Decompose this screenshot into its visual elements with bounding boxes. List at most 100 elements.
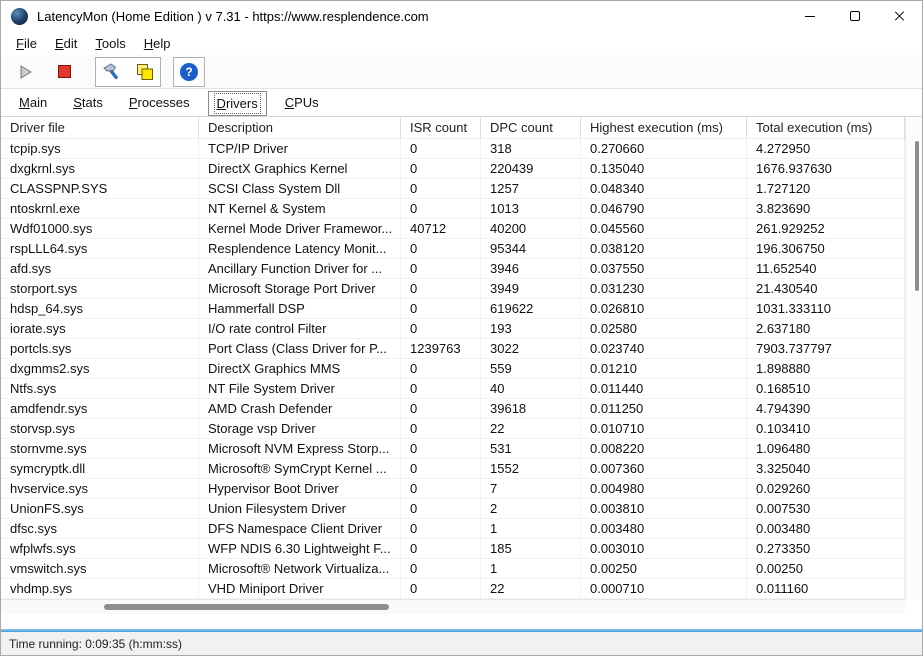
table-cell: 1239763 xyxy=(401,339,481,358)
table-row[interactable]: symcryptk.dll Microsoft® SymCrypt Kernel … xyxy=(1,459,905,479)
menu-edit[interactable]: Edit xyxy=(46,33,86,54)
table-row[interactable]: wfplwfs.sys WFP NDIS 6.30 Lightweight F..… xyxy=(1,539,905,559)
menu-help[interactable]: Help xyxy=(135,33,180,54)
column-header[interactable]: Description xyxy=(199,117,401,138)
table-cell: storport.sys xyxy=(1,279,199,298)
close-icon xyxy=(894,10,906,22)
table-cell: afd.sys xyxy=(1,259,199,278)
tab-main[interactable]: Main xyxy=(11,91,55,114)
stop-monitor-button[interactable] xyxy=(51,59,77,85)
titlebar: LatencyMon (Home Edition ) v 7.31 - http… xyxy=(1,1,922,31)
menu-file[interactable]: File xyxy=(7,33,46,54)
vertical-scrollbar-thumb[interactable] xyxy=(915,141,919,291)
minimize-button[interactable] xyxy=(787,1,832,31)
column-header[interactable]: ISR count xyxy=(401,117,481,138)
column-header[interactable]: Total execution (ms) xyxy=(747,117,905,138)
table-cell: 3022 xyxy=(481,339,581,358)
maximize-button[interactable] xyxy=(832,1,877,31)
table-cell: 0.168510 xyxy=(747,379,905,398)
table-cell: 0.045560 xyxy=(581,219,747,238)
table-cell: 0 xyxy=(401,559,481,578)
column-header[interactable]: DPC count xyxy=(481,117,581,138)
horizontal-scrollbar-thumb[interactable] xyxy=(104,604,389,610)
table-cell: 1 xyxy=(481,559,581,578)
table-cell: 0.003480 xyxy=(581,519,747,538)
table-cell: 261.929252 xyxy=(747,219,905,238)
table-row[interactable]: CLASSPNP.SYS SCSI Class System Dll 0 1257 0.… xyxy=(1,179,905,199)
help-button[interactable]: ? xyxy=(173,56,205,87)
table-cell: 559 xyxy=(481,359,581,378)
table-cell: stornvme.sys xyxy=(1,439,199,458)
table-cell: 3946 xyxy=(481,259,581,278)
table-row[interactable]: dfsc.sys DFS Namespace Client Driver 0 1 0.0… xyxy=(1,519,905,539)
table-cell: 0 xyxy=(401,579,481,598)
table-cell: Hammerfall DSP xyxy=(199,299,401,318)
drivers-panel: Driver file Description ISR count DPC count… xyxy=(1,117,922,629)
table-cell: Wdf01000.sys xyxy=(1,219,199,238)
copy-report-button[interactable] xyxy=(132,59,158,85)
table-row[interactable]: UnionFS.sys Union Filesystem Driver 0 2 0.00… xyxy=(1,499,905,519)
table-row[interactable]: stornvme.sys Microsoft NVM Express Storp.… xyxy=(1,439,905,459)
table-row[interactable]: Wdf01000.sys Kernel Mode Driver Framewor.… xyxy=(1,219,905,239)
table-cell: 0.023740 xyxy=(581,339,747,358)
table-row[interactable]: hdsp_64.sys Hammerfall DSP 0 619622 0.026810… xyxy=(1,299,905,319)
table-row[interactable]: tcpip.sys TCP/IP Driver 0 318 0.270660 4.2729… xyxy=(1,139,905,159)
table-cell: 619622 xyxy=(481,299,581,318)
copy-icon xyxy=(137,63,153,80)
table-cell: Storage vsp Driver xyxy=(199,419,401,438)
table-cell: 0 xyxy=(401,139,481,158)
table-cell: 1.096480 xyxy=(747,439,905,458)
table-cell: 7903.737797 xyxy=(747,339,905,358)
start-monitor-button[interactable] xyxy=(13,59,39,85)
table-cell: 1.898880 xyxy=(747,359,905,378)
table-cell: 0.273350 xyxy=(747,539,905,558)
table-row[interactable]: amdfendr.sys AMD Crash Defender 0 39618 0.01… xyxy=(1,399,905,419)
table-cell: Microsoft® Network Virtualiza... xyxy=(199,559,401,578)
tab-cpus[interactable]: CPUs xyxy=(277,91,327,114)
table-row[interactable]: afd.sys Ancillary Function Driver for ...… xyxy=(1,259,905,279)
close-button[interactable] xyxy=(877,1,922,31)
toolbar-group xyxy=(95,56,161,87)
table-cell: 0 xyxy=(401,179,481,198)
tools-button[interactable] xyxy=(98,59,124,85)
table-row[interactable]: rspLLL64.sys Resplendence Latency Monit..… xyxy=(1,239,905,259)
table-cell: Microsoft NVM Express Storp... xyxy=(199,439,401,458)
table-cell: I/O rate control Filter xyxy=(199,319,401,338)
table-cell: 0.011160 xyxy=(747,579,905,598)
column-header[interactable]: Highest execution (ms) xyxy=(581,117,747,138)
table-row[interactable]: storvsp.sys Storage vsp Driver 0 22 0.010710… xyxy=(1,419,905,439)
table-cell: 40200 xyxy=(481,219,581,238)
table-cell: 0.011440 xyxy=(581,379,747,398)
table-row[interactable]: Ntfs.sys NT File System Driver 0 40 0.011440… xyxy=(1,379,905,399)
table-cell: vhdmp.sys xyxy=(1,579,199,598)
table-cell: 3.823690 xyxy=(747,199,905,218)
column-header[interactable]: Driver file xyxy=(1,117,199,138)
table-row[interactable]: dxgkrnl.sys DirectX Graphics Kernel 0 22043… xyxy=(1,159,905,179)
tab-processes[interactable]: Processes xyxy=(121,91,198,114)
table-row[interactable]: dxgmms2.sys DirectX Graphics MMS 0 559 0.012… xyxy=(1,359,905,379)
table-cell: dxgkrnl.sys xyxy=(1,159,199,178)
vertical-scrollbar[interactable] xyxy=(905,117,922,599)
toolbar: ? xyxy=(1,55,922,89)
table-cell: 0.103410 xyxy=(747,419,905,438)
table-cell: 11.652540 xyxy=(747,259,905,278)
tab-strip: Main Stats Processes Drivers CPUs xyxy=(1,89,922,117)
table-cell: 3.325040 xyxy=(747,459,905,478)
menu-tools[interactable]: Tools xyxy=(86,33,134,54)
table-cell: 0 xyxy=(401,399,481,418)
table-cell: CLASSPNP.SYS xyxy=(1,179,199,198)
table-row[interactable]: ntoskrnl.exe NT Kernel & System 0 1013 0.046… xyxy=(1,199,905,219)
table-cell: 0.00250 xyxy=(581,559,747,578)
table-row[interactable]: hvservice.sys Hypervisor Boot Driver 0 7 0.0… xyxy=(1,479,905,499)
tab-drivers[interactable]: Drivers xyxy=(207,90,267,116)
tab-stats[interactable]: Stats xyxy=(65,91,111,114)
table-row[interactable]: storport.sys Microsoft Storage Port Drive… xyxy=(1,279,905,299)
table-cell: 0 xyxy=(401,159,481,178)
table-cell: 0.010710 xyxy=(581,419,747,438)
table-row[interactable]: portcls.sys Port Class (Class Driver for … xyxy=(1,339,905,359)
horizontal-scrollbar[interactable] xyxy=(1,599,905,614)
table-row[interactable]: vmswitch.sys Microsoft® Network Virtualiz… xyxy=(1,559,905,579)
table-cell: 0 xyxy=(401,299,481,318)
table-row[interactable]: vhdmp.sys VHD Miniport Driver 0 22 0.000710 0… xyxy=(1,579,905,599)
table-row[interactable]: iorate.sys I/O rate control Filter 0 193 0.0… xyxy=(1,319,905,339)
